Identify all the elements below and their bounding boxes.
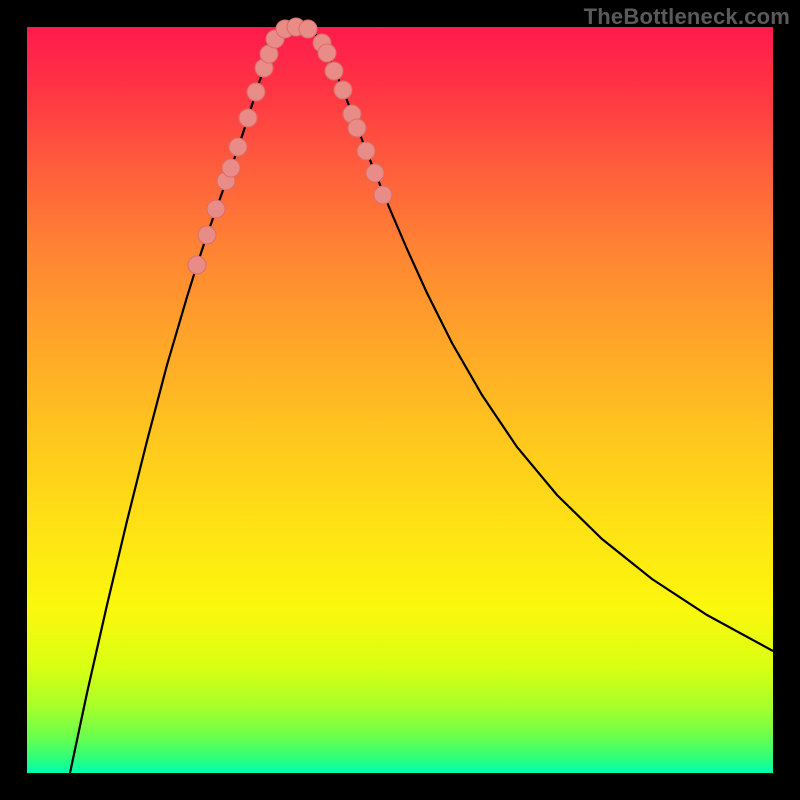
dots-group [188, 18, 392, 274]
chart-svg [27, 27, 773, 773]
data-point [325, 62, 343, 80]
chart-frame: TheBottleneck.com [0, 0, 800, 800]
data-point [239, 109, 257, 127]
data-point [188, 256, 206, 274]
data-point [334, 81, 352, 99]
data-point [222, 159, 240, 177]
data-point [207, 200, 225, 218]
data-point [318, 44, 336, 62]
data-point [247, 83, 265, 101]
bottleneck-curve [70, 27, 773, 773]
data-point [374, 186, 392, 204]
data-point [357, 142, 375, 160]
data-point [198, 226, 216, 244]
data-point [366, 164, 384, 182]
data-point [299, 20, 317, 38]
data-point [229, 138, 247, 156]
data-point [348, 119, 366, 137]
curve-group [70, 27, 773, 773]
